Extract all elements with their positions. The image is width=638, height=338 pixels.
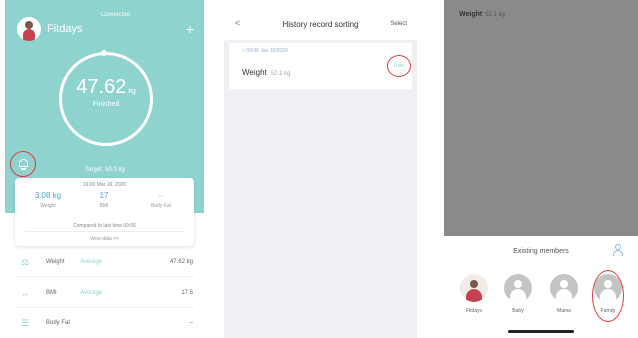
home-header: Fitdays Connected + bbox=[17, 12, 194, 44]
person-icon[interactable] bbox=[612, 244, 624, 256]
history-header: < History record sorting Select bbox=[224, 0, 417, 40]
metric-row-weight[interactable]: ⚖ Weight Average 47.62 kg bbox=[5, 252, 204, 272]
sheet-title: Existing members bbox=[513, 248, 569, 255]
avatar bbox=[460, 274, 488, 302]
stat-bmi: 17 BMI bbox=[99, 191, 109, 209]
connection-status: Connected bbox=[101, 12, 131, 18]
target-weight: Target: 50.0 kg bbox=[85, 167, 125, 173]
highlight-annotation bbox=[592, 270, 624, 322]
row-divider bbox=[15, 307, 194, 308]
members-screen: Weight 52.1 kg Existing members Fitdays B… bbox=[444, 0, 638, 338]
select-button[interactable]: Select bbox=[390, 21, 407, 27]
stat-weight: 3.08 kg Weight bbox=[34, 191, 62, 209]
bell-icon bbox=[18, 158, 29, 170]
body-fat-icon: ☰ bbox=[20, 317, 30, 328]
weight-ring bbox=[59, 52, 153, 146]
user-button[interactable]: User bbox=[387, 55, 411, 77]
card-date: 16:00 Mar 16, 2020 bbox=[82, 182, 127, 188]
weight-value: 47.62 kg bbox=[76, 76, 136, 98]
metric-row-body-fat[interactable]: ☰ Body Fat -- bbox=[5, 313, 204, 333]
record-date: □ 09:06 Jan 16/2020 bbox=[242, 48, 288, 54]
home-screen: Fitdays Connected + 47.62 kg Finished Tar… bbox=[5, 0, 204, 338]
history-screen: < History record sorting Select □ 09:06 … bbox=[224, 0, 417, 338]
bmi-icon: ↔ bbox=[20, 288, 30, 298]
row-divider bbox=[15, 276, 194, 277]
user-avatar[interactable] bbox=[17, 17, 41, 41]
avatar bbox=[550, 274, 578, 302]
view-data-link[interactable]: View data >> bbox=[15, 236, 194, 242]
home-indicator bbox=[508, 330, 574, 333]
bell-button[interactable] bbox=[10, 151, 36, 177]
metric-row-bmi[interactable]: ↔ BMI Average 17.5 bbox=[5, 283, 204, 303]
scale-icon: ⚖ bbox=[20, 256, 30, 267]
member-mama[interactable]: Mama bbox=[550, 274, 578, 314]
compare-text: Compared to last time 09:06 bbox=[73, 223, 136, 229]
history-record[interactable]: □ 09:06 Jan 16/2020 Weight 52.1 kg User bbox=[229, 43, 412, 89]
plus-icon[interactable]: + bbox=[186, 22, 194, 36]
member-baby[interactable]: Baby bbox=[504, 274, 532, 314]
member-fitdays[interactable]: Fitdays bbox=[460, 274, 488, 314]
ring-indicator-dot bbox=[101, 50, 107, 56]
stat-body-fat: -- Body Fat bbox=[150, 191, 171, 209]
username-label[interactable]: Fitdays bbox=[47, 23, 82, 35]
overlay-record-title: Weight 52.1 kg bbox=[459, 11, 505, 18]
modal-overlay[interactable]: Weight 52.1 kg bbox=[444, 0, 638, 236]
measurement-status: Finished bbox=[92, 101, 120, 108]
record-weight: Weight 52.1 kg bbox=[242, 68, 291, 77]
summary-card[interactable]: 16:00 Mar 16, 2020 3.08 kg Weight 17 BMI… bbox=[15, 178, 194, 246]
avatar bbox=[504, 274, 532, 302]
history-title: History record sorting bbox=[282, 20, 359, 29]
card-divider bbox=[25, 231, 184, 232]
